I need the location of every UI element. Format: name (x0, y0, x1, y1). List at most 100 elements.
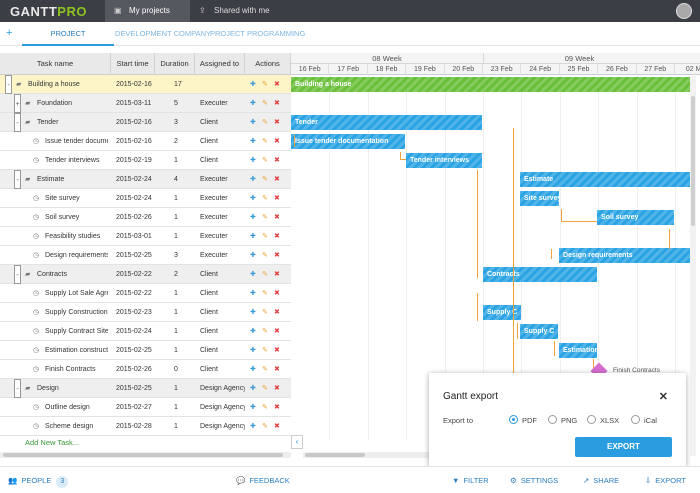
tab-project-programming[interactable]: PROJECT PROGRAMMING (210, 22, 305, 46)
edit-icon[interactable]: ✎ (262, 322, 268, 341)
feedback-button[interactable]: 💬 FEEDBACK (236, 476, 290, 485)
delete-icon[interactable]: ✖ (274, 208, 280, 227)
task-bar[interactable]: Design requirements (559, 248, 692, 263)
delete-icon[interactable]: ✖ (274, 322, 280, 341)
edit-icon[interactable]: ✎ (262, 94, 268, 113)
chart-vertical-scrollbar[interactable] (690, 76, 696, 456)
close-icon[interactable]: ✕ (659, 390, 668, 403)
expand-toggle-icon[interactable]: - (14, 113, 21, 132)
table-row[interactable]: - ▰ Contracts 2015-02-22 2 Client ✚ ✎ ✖ (0, 265, 291, 284)
tab-development-company[interactable]: DEVELOPMENT COMPANY (115, 22, 211, 46)
add-new-task-link[interactable]: Add New Task... (25, 438, 79, 447)
settings-button[interactable]: ⚙ SETTINGS (510, 476, 558, 485)
task-bar[interactable]: Estimation (559, 343, 597, 358)
task-bar[interactable]: Estimate (520, 172, 692, 187)
export-toolbar-button[interactable]: ⇩ EXPORT (645, 476, 686, 485)
edit-icon[interactable]: ✎ (262, 341, 268, 360)
edit-icon[interactable]: ✎ (262, 113, 268, 132)
add-subtask-icon[interactable]: ✚ (250, 284, 256, 303)
task-name[interactable]: Soil survey (45, 208, 108, 227)
delete-icon[interactable]: ✖ (274, 398, 280, 417)
share-button[interactable]: ↗ SHARE (583, 476, 619, 485)
task-name[interactable]: Building a house (28, 75, 108, 94)
people-button[interactable]: 👥 PEOPLE 3 (8, 476, 69, 488)
delete-icon[interactable]: ✖ (274, 360, 280, 379)
delete-icon[interactable]: ✖ (274, 151, 280, 170)
table-row[interactable]: ◷ Feasibility studies 2015-03-01 1 Executer ✚… (0, 227, 291, 246)
task-name[interactable]: Supply Lot Sale Agre (45, 284, 108, 303)
task-bar[interactable]: Supply C (483, 305, 521, 320)
col-assigned-to[interactable]: Assigned to (195, 53, 245, 75)
task-name[interactable]: Scheme design (45, 417, 108, 436)
task-bar[interactable]: Issue tender documentation (291, 134, 405, 149)
table-row[interactable]: ◷ Scheme design 2015-02-28 1 Design Agency ✚ ✎… (0, 417, 291, 436)
task-name[interactable]: Estimate (37, 170, 108, 189)
table-row[interactable]: - ▰ Tender 2015-02-16 3 Client ✚ ✎ ✖ (0, 113, 291, 132)
grid-horizontal-scrollbar[interactable] (0, 452, 291, 458)
task-name[interactable]: Outline design (45, 398, 108, 417)
table-row[interactable]: ◷ Estimation constructi 2015-02-25 1 Client ✚… (0, 341, 291, 360)
delete-icon[interactable]: ✖ (274, 284, 280, 303)
edit-icon[interactable]: ✎ (262, 284, 268, 303)
table-row[interactable]: - ▰ Building a house 2015-02-16 17 ✚ ✎ ✖ (0, 75, 291, 94)
col-duration[interactable]: Duration (155, 53, 195, 75)
col-start-time[interactable]: Start time (111, 53, 155, 75)
delete-icon[interactable]: ✖ (274, 227, 280, 246)
delete-icon[interactable]: ✖ (274, 94, 280, 113)
edit-icon[interactable]: ✎ (262, 208, 268, 227)
add-subtask-icon[interactable]: ✚ (250, 94, 256, 113)
delete-icon[interactable]: ✖ (274, 113, 280, 132)
task-bar[interactable]: Supply C (520, 324, 558, 339)
edit-icon[interactable]: ✎ (262, 417, 268, 436)
expand-toggle-icon[interactable]: - (5, 75, 12, 94)
table-row[interactable]: ◷ Design requirements 2015-02-25 3 Executer ✚… (0, 246, 291, 265)
edit-icon[interactable]: ✎ (262, 246, 268, 265)
chart-scroll-thumb[interactable] (305, 453, 365, 457)
edit-icon[interactable]: ✎ (262, 265, 268, 284)
task-bar[interactable]: Tender interviews (406, 153, 482, 168)
grid-scroll-thumb[interactable] (3, 453, 283, 457)
edit-icon[interactable]: ✎ (262, 379, 268, 398)
add-subtask-icon[interactable]: ✚ (250, 265, 256, 284)
add-project-icon[interactable]: + (6, 27, 12, 39)
task-name[interactable]: Design (37, 379, 108, 398)
delete-icon[interactable]: ✖ (274, 75, 280, 94)
delete-icon[interactable]: ✖ (274, 170, 280, 189)
add-subtask-icon[interactable]: ✚ (250, 379, 256, 398)
add-subtask-icon[interactable]: ✚ (250, 246, 256, 265)
add-subtask-icon[interactable]: ✚ (250, 322, 256, 341)
delete-icon[interactable]: ✖ (274, 189, 280, 208)
add-subtask-icon[interactable]: ✚ (250, 113, 256, 132)
task-name[interactable]: Tender interviews (45, 151, 108, 170)
radio-png[interactable] (548, 415, 557, 424)
edit-icon[interactable]: ✎ (262, 398, 268, 417)
add-subtask-icon[interactable]: ✚ (250, 170, 256, 189)
task-name[interactable]: Supply Contract Site (45, 322, 108, 341)
add-subtask-icon[interactable]: ✚ (250, 75, 256, 94)
delete-icon[interactable]: ✖ (274, 341, 280, 360)
tab-my-projects[interactable]: ▣ My projects (105, 0, 190, 22)
task-bar[interactable]: Site survey (520, 191, 559, 206)
edit-icon[interactable]: ✎ (262, 132, 268, 151)
expand-toggle-icon[interactable]: - (14, 379, 21, 398)
delete-icon[interactable]: ✖ (274, 379, 280, 398)
export-button[interactable]: EXPORT (575, 437, 672, 457)
table-row[interactable]: ◷ Tender interviews 2015-02-19 1 Client ✚ ✎ ✖ (0, 151, 291, 170)
edit-icon[interactable]: ✎ (262, 170, 268, 189)
tab-project[interactable]: PROJECT (22, 22, 114, 46)
table-row[interactable]: ◷ Issue tender documentation 2015-02-16 2 Cl… (0, 132, 291, 151)
add-subtask-icon[interactable]: ✚ (250, 208, 256, 227)
task-name[interactable]: Site survey (45, 189, 108, 208)
task-bar[interactable]: Building a house (291, 77, 691, 92)
expand-toggle-icon[interactable]: - (14, 170, 21, 189)
delete-icon[interactable]: ✖ (274, 417, 280, 436)
task-bar[interactable]: Tender (291, 115, 482, 130)
edit-icon[interactable]: ✎ (262, 227, 268, 246)
table-row[interactable]: ◷ Finish Contracts 2015-02-26 0 Client ✚ ✎ ✖ (0, 360, 291, 379)
delete-icon[interactable]: ✖ (274, 132, 280, 151)
edit-icon[interactable]: ✎ (262, 360, 268, 379)
add-subtask-icon[interactable]: ✚ (250, 151, 256, 170)
task-name[interactable]: Issue tender documentation (45, 132, 108, 151)
table-row[interactable]: ◷ Outline design 2015-02-27 1 Design Agency ✚… (0, 398, 291, 417)
task-name[interactable]: Finish Contracts (45, 360, 108, 379)
